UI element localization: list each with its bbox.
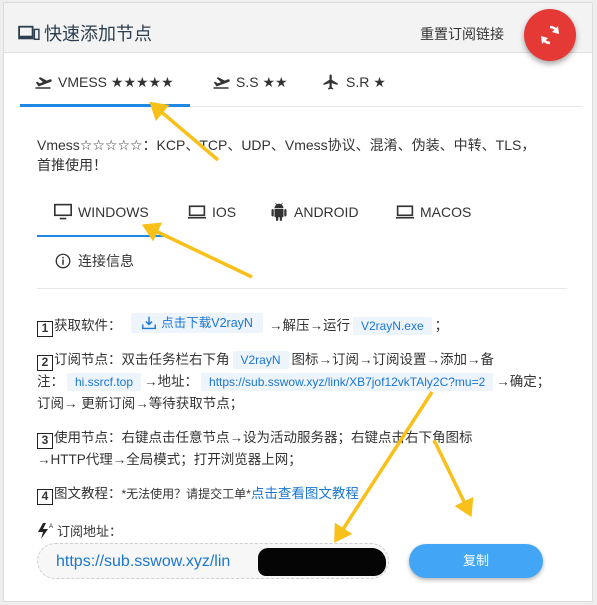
- subscription-url-text: https://sub.sswow.xyz/lin: [56, 553, 230, 571]
- protocol-tabs: VMESS ★★★★★ S.S ★★ S.R ★: [18, 63, 582, 107]
- vmess-description: Vmess☆☆☆☆☆：KCP、TCP、UDP、Vmess协议、混淆、伪装、中转、…: [37, 135, 567, 175]
- tab-ss-label: S.S ★★: [236, 73, 288, 90]
- step-1: 1 获取软件： 点击下载V2rayN →解压→运行 V2rayN.exe；: [37, 313, 567, 337]
- step-3-line-1: 使用节点：右键点击任意节点→设为活动服务器；右键点击右下角图标: [54, 430, 473, 445]
- tab-windows[interactable]: WINDOWS: [53, 203, 149, 221]
- tab-ios[interactable]: IOS: [187, 203, 236, 221]
- step-number: 1: [37, 321, 53, 337]
- step-number: 4: [37, 489, 53, 505]
- step-number: 2: [37, 355, 53, 371]
- tab-windows-label: WINDOWS: [78, 204, 149, 220]
- v2rayn-chip: V2rayN: [232, 351, 289, 369]
- tab-macos-label: MACOS: [420, 204, 472, 220]
- tutorial-link[interactable]: 点击查看图文教程: [251, 486, 359, 501]
- subscription-url-value: https://sub.sswow.xyz/lin: [56, 553, 231, 570]
- download-v2rayn-button[interactable]: 点击下载V2rayN: [131, 313, 263, 333]
- tab-vmess[interactable]: VMESS ★★★★★: [34, 73, 174, 91]
- active-tab-indicator: [20, 104, 190, 107]
- subscription-url-chip[interactable]: https://sub.sswow.xyz/link/XB7jof12vkTAl…: [201, 373, 494, 391]
- step-3-line-2: →HTTP代理→全局模式；打开浏览器上网；: [37, 452, 302, 467]
- exe-name-chip: V2rayN.exe: [352, 317, 432, 335]
- tab-android-label: ANDROID: [294, 204, 359, 220]
- plane-takeoff-icon: [213, 77, 230, 89]
- step-4-label: 图文教程：: [54, 486, 122, 501]
- tab-connection-info-label: 连接信息: [78, 253, 134, 269]
- tab-sr[interactable]: S.R ★: [322, 73, 386, 91]
- remark-chip[interactable]: hi.ssrcf.top: [67, 373, 142, 391]
- step-2-address-label: →地址：: [144, 374, 199, 389]
- tab-sr-label: S.R ★: [346, 73, 386, 90]
- step-2-text: 图标→订阅→订阅设置→添加→备: [291, 352, 495, 367]
- step-number: 3: [37, 433, 53, 449]
- plane-takeoff-icon: [35, 77, 52, 89]
- monitor-icon: [54, 203, 72, 220]
- step-2: 2 订阅节点：双击任务栏右下角 V2rayN 图标→订阅→订阅设置→添加→备 注： hi…: [37, 349, 567, 415]
- step-4: 4 图文教程：*无法使用？请提交工单*点击查看图文教程: [37, 483, 567, 505]
- download-icon: [142, 316, 157, 330]
- step-4-note: *无法使用？请提交工单*: [121, 487, 251, 501]
- copy-button[interactable]: 复制: [409, 544, 543, 578]
- description-line-2: 首推使用！: [37, 157, 107, 173]
- tab-vmess-label: VMESS ★★★★★: [58, 73, 174, 90]
- instructions: 1 获取软件： 点击下载V2rayN →解压→运行 V2rayN.exe； 2 订阅节…: [37, 313, 567, 517]
- active-os-tab-indicator: [37, 235, 167, 237]
- step-1-end: ；: [434, 318, 449, 333]
- lightning-icon: A: [38, 522, 53, 539]
- step-2-note-label: 注：: [37, 374, 64, 389]
- os-tabs: WINDOWS IOS ANDROID MACOS 连接信息: [37, 193, 567, 289]
- redaction-mark: [258, 548, 386, 576]
- card-header: 快速添加节点 重置订阅链接: [4, 3, 592, 53]
- subscription-label: A 订阅地址：: [37, 521, 122, 540]
- airplane-icon: [323, 74, 338, 90]
- devices-icon: [18, 25, 40, 41]
- subscription-label-text: 订阅地址：: [57, 524, 123, 539]
- laptop-icon: [396, 205, 414, 219]
- step-1-label: 获取软件：: [54, 318, 122, 333]
- svg-text:A: A: [49, 524, 53, 530]
- tab-ss[interactable]: S.S ★★: [212, 73, 288, 91]
- page-title-text: 快速添加节点: [44, 24, 152, 44]
- info-icon: [55, 253, 71, 269]
- step-2-line-3: 订阅→ 更新订阅→等待获取节点；: [37, 396, 244, 411]
- tab-android[interactable]: ANDROID: [269, 203, 359, 221]
- android-icon: [271, 203, 287, 221]
- tab-connection-info[interactable]: 连接信息: [53, 251, 134, 271]
- tab-macos[interactable]: MACOS: [395, 203, 471, 221]
- step-2-confirm: →确定；: [496, 374, 551, 389]
- laptop-icon: [188, 205, 206, 219]
- refresh-icon: [541, 25, 559, 45]
- tab-ios-label: IOS: [212, 204, 237, 220]
- reset-subscription-link[interactable]: 重置订阅链接: [420, 24, 504, 44]
- download-v2rayn-label: 点击下载V2rayN: [161, 316, 253, 330]
- refresh-button[interactable]: [524, 9, 576, 61]
- description-line-1: Vmess☆☆☆☆☆：KCP、TCP、UDP、Vmess协议、混淆、伪装、中转、…: [37, 137, 536, 153]
- quick-add-node-card: 快速添加节点 重置订阅链接 VMESS ★★★★★ S.S ★★ S.R ★ V…: [3, 2, 593, 602]
- subscription-url-tail: /: [388, 553, 389, 571]
- page-title: 快速添加节点: [18, 20, 152, 46]
- step-1-text: →解压→运行: [268, 318, 350, 333]
- step-2-label: 订阅节点：双击任务栏右下角: [54, 352, 230, 367]
- step-3: 3 使用节点：右键点击任意节点→设为活动服务器；右键点击右下角图标 →HTTP代理…: [37, 427, 567, 471]
- subscription-url-field[interactable]: https://sub.sswow.xyz/lin /: [37, 543, 389, 579]
